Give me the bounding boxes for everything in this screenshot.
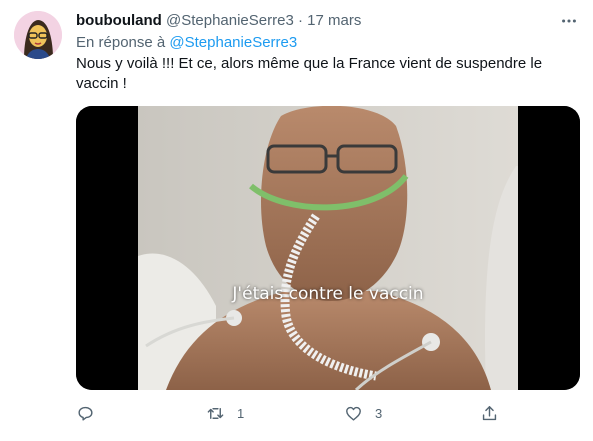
reply-context: En réponse à @StephanieSerre3 xyxy=(76,33,297,53)
avatar[interactable] xyxy=(14,11,62,59)
retweet-button[interactable]: 1 xyxy=(206,400,244,426)
reply-mention-link[interactable]: @StephanieSerre3 xyxy=(169,34,297,51)
like-count: 3 xyxy=(375,405,383,421)
tweet-actions: 1 3 xyxy=(76,400,576,426)
separator: · xyxy=(297,12,303,29)
retweet-icon xyxy=(207,407,224,419)
author-handle[interactable]: @StephanieSerre3 xyxy=(166,12,294,29)
tweet-text: Nous y voilà !!! Et ce, alors même que l… xyxy=(76,55,543,92)
tweet-video[interactable]: J'étais contre le vaccin xyxy=(76,106,580,390)
share-button[interactable] xyxy=(480,400,499,426)
retweet-count: 1 xyxy=(237,405,245,421)
tweet[interactable]: boubouland @StephanieSerre3 · 17 mars En… xyxy=(0,0,593,441)
more-icon xyxy=(562,19,576,23)
author-name[interactable]: boubouland xyxy=(76,12,162,29)
comment-icon xyxy=(78,406,93,421)
video-frame xyxy=(76,106,580,390)
share-icon xyxy=(482,405,497,420)
more-options-button[interactable] xyxy=(559,11,579,31)
like-button[interactable]: 3 xyxy=(344,400,382,426)
tweet-header: boubouland @StephanieSerre3 · 17 mars xyxy=(76,11,361,31)
reply-button[interactable] xyxy=(76,400,95,426)
heart-icon xyxy=(346,406,361,421)
avatar-image xyxy=(14,11,62,59)
video-subtitle: J'étais contre le vaccin xyxy=(232,284,424,304)
reply-prefix: En réponse à xyxy=(76,34,166,51)
tweet-date[interactable]: 17 mars xyxy=(307,12,361,29)
